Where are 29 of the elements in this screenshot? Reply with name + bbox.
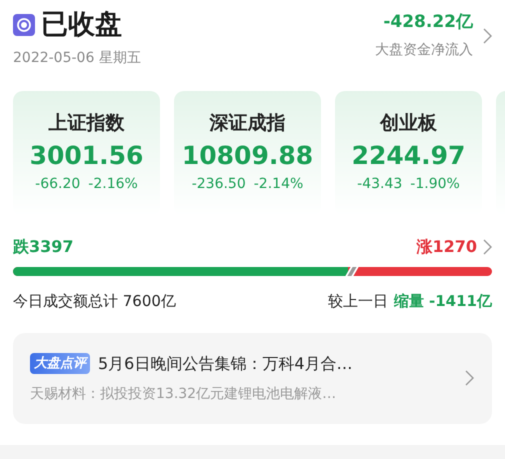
index-value: 10809.88 xyxy=(182,140,314,172)
chevron-right-icon xyxy=(483,239,492,255)
news-card[interactable]: 大盘点评 5月6日晚间公告集锦：万科4月合… 天赐材料：拟投投资13.32亿元建锂电池电解液… xyxy=(13,332,492,424)
index-value: 3001.56 xyxy=(30,140,144,172)
index-name: 创业板 xyxy=(380,111,437,136)
chevron-right-icon xyxy=(465,370,474,386)
index-percent: -2.16% xyxy=(88,174,138,194)
news-tag: 大盘点评 xyxy=(30,352,90,374)
net-flow-value: -428.22亿 xyxy=(383,11,473,34)
status-icon xyxy=(13,14,35,36)
news-summary: 天赐材料：拟投投资13.32亿元建锂电池电解液… xyxy=(30,384,338,404)
compare-label: 较上一日 xyxy=(328,291,388,312)
index-value: 2244.97 xyxy=(352,140,466,172)
compare-value: 缩量 -1411亿 xyxy=(394,291,492,312)
turnover-total: 今日成交额总计 7600亿 xyxy=(13,291,176,312)
market-status: 已收盘 xyxy=(41,8,122,42)
falling-count: 跌3397 xyxy=(13,236,74,258)
rising-count: 涨1270 xyxy=(416,236,477,258)
net-flow-label: 大盘资金净流入 xyxy=(375,40,473,60)
news-title: 5月6日晚间公告集锦：万科4月合… xyxy=(98,352,353,374)
index-percent: -1.90% xyxy=(410,174,460,194)
index-percent: -2.14% xyxy=(254,174,304,194)
trade-date: 2022-05-06 星期五 xyxy=(13,49,141,68)
index-change: -43.43 xyxy=(357,174,402,194)
index-change: -66.20 xyxy=(35,174,80,194)
index-change: -236.50 xyxy=(192,174,246,194)
chevron-right-icon xyxy=(483,28,492,44)
index-name: 上证指数 xyxy=(48,111,124,136)
index-name: 深证成指 xyxy=(210,111,286,136)
